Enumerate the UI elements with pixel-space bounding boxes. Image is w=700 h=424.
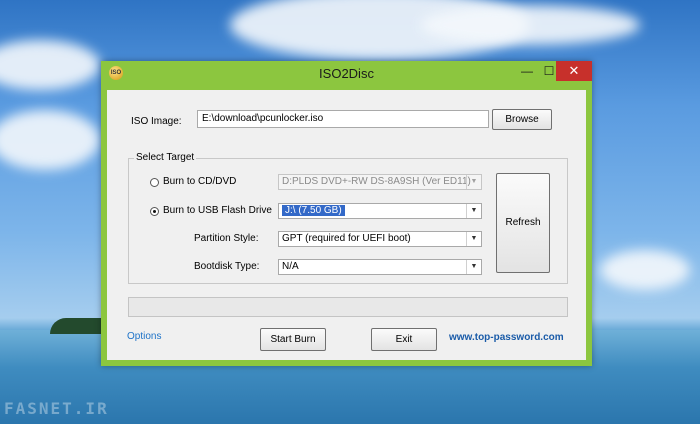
iso-image-label: ISO Image:	[131, 116, 182, 127]
usb-drive-value: J:\ (7.50 GB)	[282, 205, 345, 216]
cloud	[0, 110, 100, 170]
dialog-client: ISO Image: E:\download\pcunlocker.iso Br…	[107, 90, 586, 360]
chevron-down-icon: ▼	[466, 204, 481, 218]
iso2disc-window: ISO ISO2Disc — ☐ ✕ ISO Image: E:\downloa…	[101, 61, 592, 366]
iso-path-input[interactable]: E:\download\pcunlocker.iso	[197, 110, 489, 128]
partition-style-value: GPT (required for UEFI boot)	[282, 233, 411, 244]
exit-button[interactable]: Exit	[371, 328, 437, 351]
partition-style-select[interactable]: GPT (required for UEFI boot) ▼	[278, 231, 482, 247]
chevron-down-icon: ▼	[466, 175, 481, 189]
burn-cd-radio[interactable]	[150, 178, 159, 187]
burn-usb-label[interactable]: Burn to USB Flash Drive	[163, 205, 272, 216]
cloud	[420, 5, 640, 45]
usb-drive-select[interactable]: J:\ (7.50 GB) ▼	[278, 203, 482, 219]
bootdisk-type-label: Bootdisk Type:	[194, 261, 260, 272]
bootdisk-type-value: N/A	[282, 261, 299, 272]
browse-button[interactable]: Browse	[492, 109, 552, 130]
burn-progress-bar	[128, 297, 568, 317]
cd-drive-select: D:PLDS DVD+-RW DS-8A9SH (Ver ED11) ▼	[278, 174, 482, 190]
partition-style-label: Partition Style:	[194, 233, 259, 244]
cloud	[600, 250, 690, 290]
bootdisk-type-select[interactable]: N/A ▼	[278, 259, 482, 275]
chevron-down-icon: ▼	[466, 232, 481, 246]
website-link[interactable]: www.top-password.com	[449, 332, 564, 343]
burn-cd-label[interactable]: Burn to CD/DVD	[163, 176, 236, 187]
watermark: FASNET.IR	[4, 399, 109, 418]
close-button[interactable]: ✕	[556, 61, 592, 81]
chevron-down-icon: ▼	[466, 260, 481, 274]
burn-usb-radio[interactable]	[150, 207, 159, 216]
start-burn-button[interactable]: Start Burn	[260, 328, 326, 351]
cd-drive-value: D:PLDS DVD+-RW DS-8A9SH (Ver ED11)	[282, 176, 471, 187]
select-target-label: Select Target	[134, 152, 197, 163]
cloud	[0, 40, 100, 90]
options-link[interactable]: Options	[127, 331, 161, 342]
title-bar[interactable]: ISO ISO2Disc — ☐ ✕	[101, 61, 592, 85]
refresh-button[interactable]: Refresh	[496, 173, 550, 273]
